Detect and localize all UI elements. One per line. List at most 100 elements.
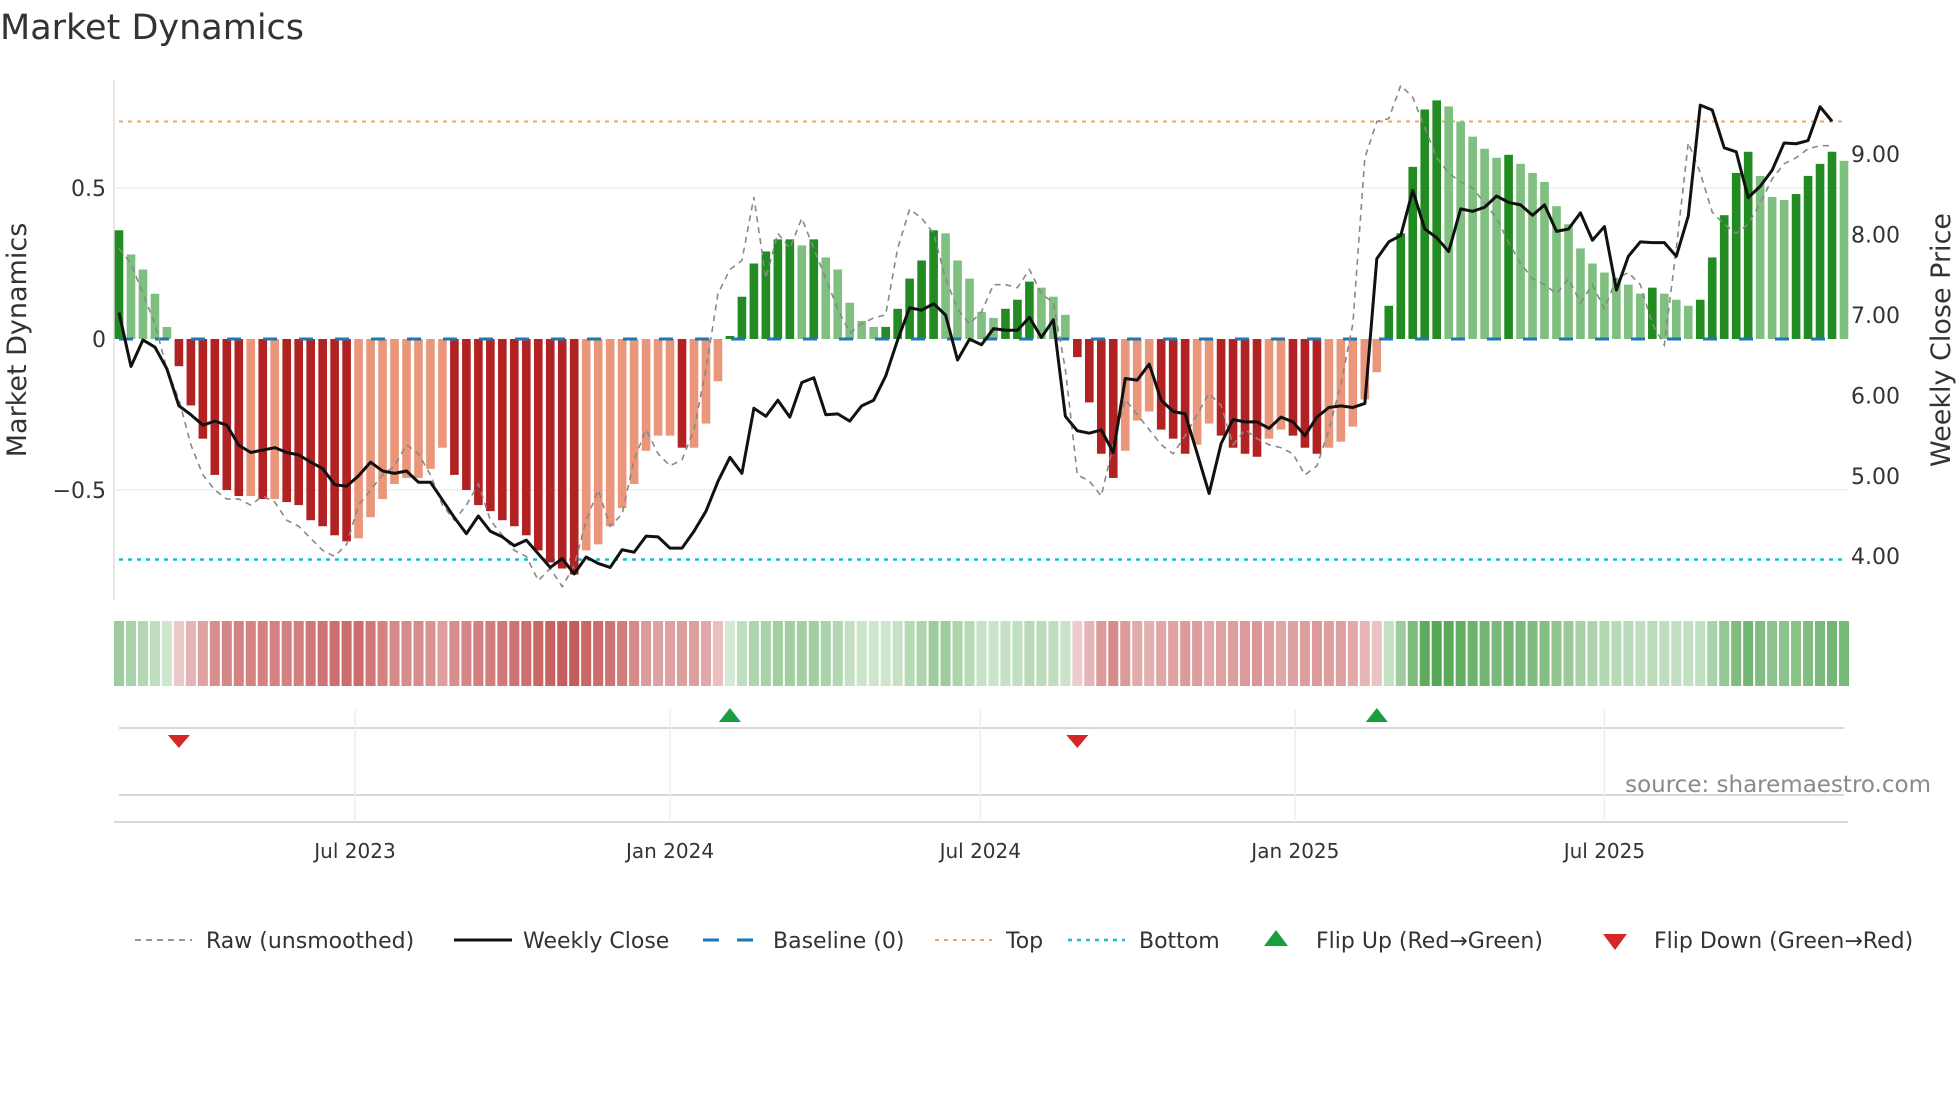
legend-flip-up-icon <box>1264 930 1288 946</box>
heat-strip-cell <box>557 621 568 686</box>
heat-strip-cell <box>772 621 783 686</box>
x-grid-lines <box>354 710 1606 822</box>
heat-strip-cell <box>1467 621 1478 686</box>
heat-strip-cell <box>1743 621 1754 686</box>
dynamics-bar <box>246 339 256 497</box>
dynamics-bar <box>1240 339 1250 454</box>
heat-strip-cell <box>269 621 280 686</box>
y-tick-label: −0.5 <box>53 479 106 504</box>
heat-strip-cell <box>1623 621 1634 686</box>
dynamics-bar <box>1204 339 1214 424</box>
dynamics-bar <box>1600 272 1609 339</box>
heat-strip-cell <box>281 621 292 686</box>
heat-strip-cell <box>1659 621 1670 686</box>
flip-up-icon <box>718 708 741 722</box>
heat-strip-cell <box>1084 621 1095 686</box>
dynamics-bar <box>486 339 495 512</box>
heat-strip-cell <box>1168 621 1179 686</box>
dynamics-bar <box>510 339 519 527</box>
dynamics-bar <box>557 339 567 569</box>
dynamics-bar <box>474 339 483 506</box>
heat-strip-cell <box>1575 621 1586 686</box>
heat-strip-cell <box>1539 621 1550 686</box>
dynamics-bar <box>1528 172 1537 339</box>
dynamics-bar <box>270 339 280 500</box>
heat-strip-cell <box>509 621 520 686</box>
dynamics-bar <box>773 239 783 339</box>
dynamics-bar <box>1624 284 1633 339</box>
heat-strip-cell <box>173 621 184 686</box>
heat-strip-cell <box>736 621 747 686</box>
dynamics-bar <box>1168 339 1178 439</box>
dynamics-bar <box>1767 197 1777 339</box>
heat-strip-cell <box>676 621 688 686</box>
y2-tick-label: 5.00 <box>1851 465 1900 490</box>
dynamics-bar <box>605 339 615 527</box>
heat-strip-cell <box>377 621 388 686</box>
heat-strip-cell <box>880 621 891 686</box>
dynamics-bar <box>1444 106 1453 340</box>
dynamics-bar <box>438 339 447 448</box>
heat-strip-cell <box>1515 621 1526 686</box>
legend-flip-down-label: Flip Down (Green→Red) <box>1654 929 1913 954</box>
dynamics-bar <box>366 339 375 518</box>
heat-strip-cell <box>1156 621 1167 686</box>
dynamics-bar <box>402 339 411 478</box>
dynamics-bar <box>785 239 795 339</box>
dynamics-bar <box>569 339 579 575</box>
heat-strip-cell <box>605 621 616 686</box>
dynamics-bar <box>821 257 831 339</box>
heat-strip-cell <box>868 621 879 686</box>
heat-strip-cell <box>629 621 640 686</box>
dynamics-bar <box>1827 151 1837 339</box>
y2-axis-title: Weekly Close Price <box>1926 213 1957 467</box>
heat-strip-cell <box>245 621 256 686</box>
heat-strip-cell <box>808 621 819 686</box>
dynamics-bar <box>258 339 268 500</box>
dynamics-bar <box>330 339 339 536</box>
regime-heat-strip <box>113 621 1850 686</box>
heat-strip-cell <box>796 621 807 686</box>
heat-strip-cell <box>784 621 795 686</box>
heat-strip-cell <box>293 621 304 686</box>
heat-strip-cell <box>1611 621 1622 686</box>
dynamics-bar <box>210 339 220 475</box>
dynamics-bar <box>1324 339 1334 448</box>
heat-strip-cell <box>569 621 580 686</box>
dynamics-bar <box>869 326 878 339</box>
dynamics-bar <box>1348 339 1358 427</box>
dynamics-bar <box>426 339 435 469</box>
heat-strip-cell <box>1120 621 1131 686</box>
heat-strip-cell <box>724 621 735 686</box>
dynamics-bar <box>318 339 327 527</box>
heat-strip-cell <box>1335 621 1346 686</box>
dynamics-bar <box>521 339 531 536</box>
heat-strip-cell <box>341 621 352 686</box>
heat-strip-cell <box>233 621 244 686</box>
heat-strip-cell <box>1204 621 1215 686</box>
dynamics-bar <box>294 339 303 506</box>
dynamics-bar <box>1312 339 1322 454</box>
dynamics-bar <box>1156 339 1166 430</box>
dynamics-bar <box>1216 339 1226 436</box>
dynamics-bar <box>1013 299 1022 339</box>
dynamics-bar <box>462 339 471 490</box>
heat-strip-cell <box>988 621 999 686</box>
heat-strip-cell <box>1323 621 1334 686</box>
heat-strip-cell <box>1803 621 1814 686</box>
heat-strip-cell <box>1371 621 1382 686</box>
heat-strip-cell <box>940 621 951 686</box>
dynamics-bar <box>342 339 351 542</box>
x-tick-label: Jan 2025 <box>1249 839 1339 863</box>
dynamics-bar <box>1779 200 1789 339</box>
dynamics-bar <box>1001 308 1010 339</box>
heat-strip-cell <box>964 621 975 686</box>
y2-tick-label: 4.00 <box>1851 545 1900 570</box>
heat-strip-cell <box>700 621 712 686</box>
y2-tick-label: 6.00 <box>1851 384 1900 409</box>
heat-strip-cell <box>1695 621 1706 686</box>
heat-strip-cell <box>221 621 232 686</box>
heat-strip-cell <box>665 621 676 686</box>
heat-strip-cell <box>1299 621 1310 686</box>
dynamics-bar <box>629 339 639 484</box>
